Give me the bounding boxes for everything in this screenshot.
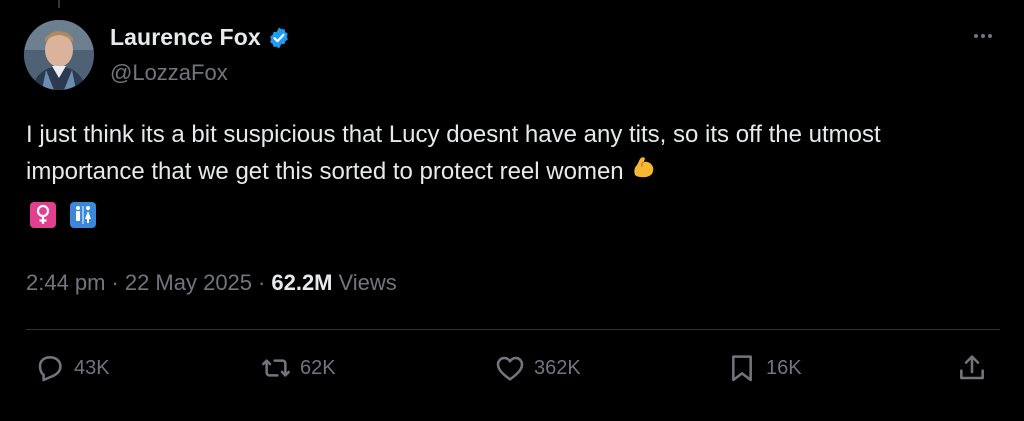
heart-icon (496, 356, 524, 381)
verified-badge-icon[interactable] (267, 26, 291, 50)
tweet-text-container: I just think its a bit suspicious that L… (26, 117, 996, 192)
views-label[interactable]: Views (339, 270, 397, 296)
bookmark-count: 16K (766, 356, 802, 379)
share-icon (960, 355, 984, 380)
flexed-biceps-emoji-icon (630, 153, 658, 192)
author-handle[interactable]: @LozzaFox (110, 60, 228, 86)
repost-icon (262, 359, 290, 377)
bookmark-icon (732, 355, 752, 382)
tweet-meta: 2:44 pm · 22 May 2025 · 62.2M Views (26, 270, 397, 296)
more-options-icon[interactable] (968, 24, 998, 48)
divider (26, 329, 1000, 330)
female-sign-emoji-icon (30, 202, 56, 228)
meta-separator: · (111, 270, 119, 295)
tweet-text: I just think its a bit suspicious that L… (26, 121, 881, 185)
thread-connector-line (58, 0, 60, 8)
emoji-row (30, 202, 96, 228)
tweet-date[interactable]: 22 May 2025 (125, 270, 252, 296)
author-name-row[interactable]: Laurence Fox (110, 24, 291, 51)
share-button[interactable] (956, 352, 988, 384)
repost-count: 62K (300, 356, 336, 379)
reply-icon (38, 356, 62, 382)
avatar-image (24, 20, 94, 90)
repost-button[interactable]: 62K (260, 352, 336, 384)
action-bar: 43K 62K 362K 16K (0, 352, 1024, 396)
author-display-name[interactable]: Laurence Fox (110, 24, 261, 51)
restroom-sign-emoji-icon (70, 202, 96, 228)
like-button[interactable]: 362K (494, 352, 581, 384)
bookmark-button[interactable]: 16K (726, 352, 802, 384)
meta-separator: · (258, 270, 266, 295)
avatar[interactable] (24, 20, 94, 90)
tweet-time[interactable]: 2:44 pm (26, 270, 106, 296)
views-count[interactable]: 62.2M (271, 270, 332, 296)
reply-count: 43K (74, 356, 110, 379)
reply-button[interactable]: 43K (34, 352, 110, 384)
like-count: 362K (534, 356, 581, 379)
